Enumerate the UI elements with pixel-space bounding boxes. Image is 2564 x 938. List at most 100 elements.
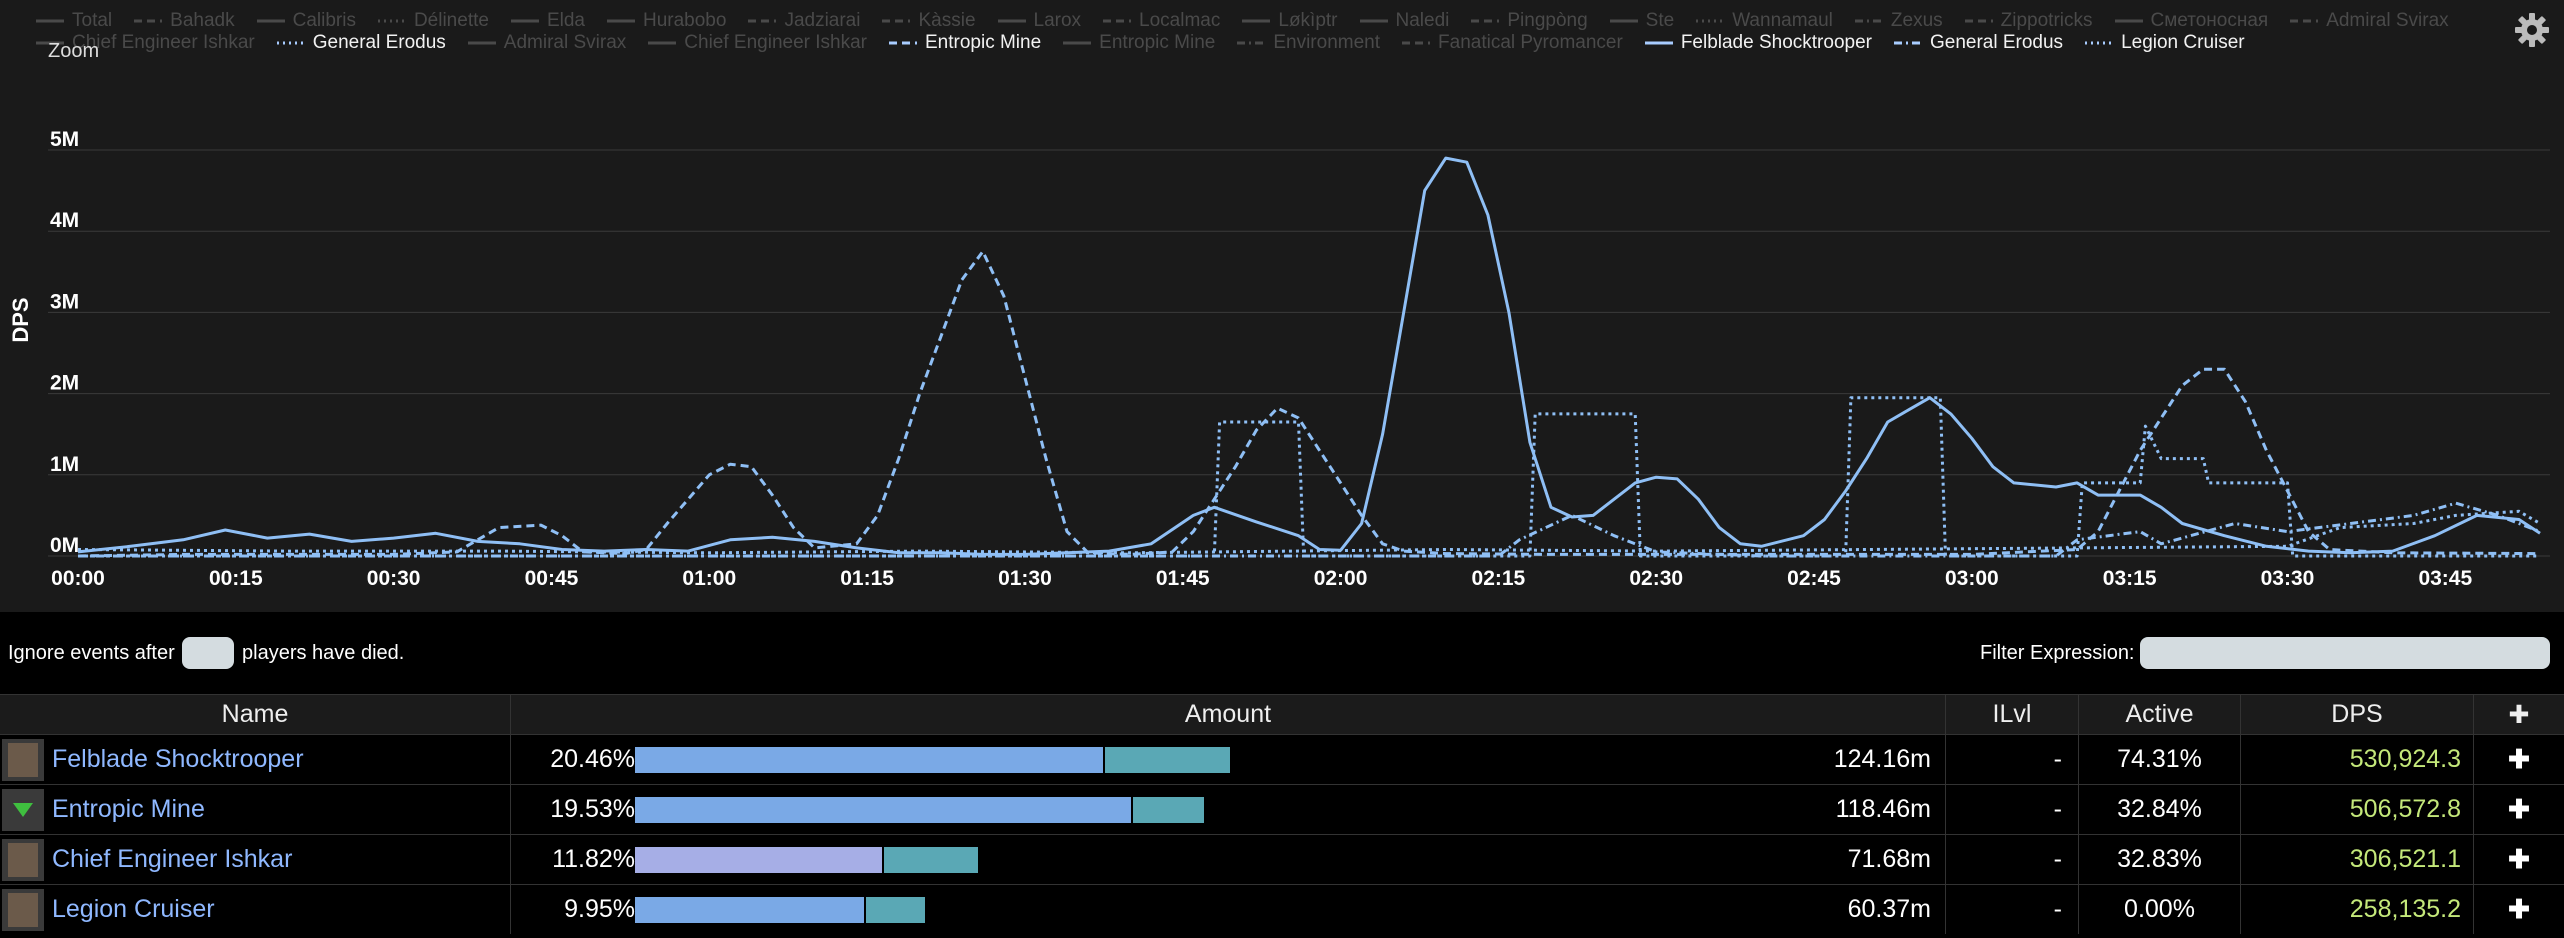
x-tick-label: 00:15 [209,567,263,590]
amount-value: 124.16m [1833,745,1931,773]
name-cell: Legion Cruiser [0,885,510,934]
amount-bar-secondary [1105,747,1230,773]
y-tick-label: 5M [50,128,79,151]
active-cell: 32.83% [2078,835,2240,884]
unit-icon [2,738,44,781]
expand-plus-button[interactable]: ✚ [2474,744,2564,775]
controls-bar: Ignore events after players have died. F… [0,612,2564,694]
header-active[interactable]: Active [2078,695,2240,734]
row-expand-cell: ✚ [2473,835,2564,884]
x-tick-label: 00:30 [367,567,421,590]
name-cell: Entropic Mine [0,785,510,834]
name-cell: Felblade Shocktrooper [0,735,510,784]
y-tick-label: 1M [50,453,79,476]
dps-value: 306,521.1 [2349,845,2461,873]
unit-name-link[interactable]: Chief Engineer Ishkar [52,845,292,874]
chart-plot: 0M 1M 2M 3M 4M 5M DPS 00:00 00:15 00:30 00:45 01:00… [8,128,2550,590]
ilvl-value: - [2053,845,2062,873]
header-ilvl[interactable]: ILvl [1945,695,2078,734]
ilvl-value: - [2053,795,2062,823]
table-row[interactable]: Legion Cruiser 9.95% 60.37m - 0.00% 258,135.2… [0,884,2564,934]
dps-value: 530,924.3 [2349,745,2461,773]
amount-bar-primary [635,847,882,873]
expand-plus-button[interactable]: ✚ [2474,794,2564,825]
x-tick-label: 03:15 [2103,567,2157,590]
amount-bar-secondary [1133,797,1204,823]
series-line [78,501,2541,558]
amount-percent: 20.46% [550,745,635,773]
name-cell: Chief Engineer Ishkar [0,835,510,884]
y-tick-label: 2M [50,372,79,395]
unit-name-link[interactable]: Legion Cruiser [52,895,215,924]
x-tick-label: 03:45 [2418,567,2472,590]
row-expand-cell: ✚ [2473,885,2564,934]
filter-expression-input[interactable] [2140,637,2550,669]
amount-bar-primary [635,897,864,923]
header-add-button[interactable]: ✚ [2473,695,2564,734]
x-tick-label: 01:30 [998,567,1052,590]
expand-plus-button[interactable]: ✚ [2474,894,2564,925]
amount-bar-secondary [866,897,925,923]
dps-value: 506,572.8 [2349,795,2461,823]
x-tick-label: 01:00 [682,567,736,590]
dps-cell: 530,924.3 [2240,735,2473,784]
table-header: Name Amount ILvl Active DPS ✚ [0,694,2564,734]
x-tick-label: 00:45 [525,567,579,590]
active-cell: 74.31% [2078,735,2240,784]
amount-percent: 9.95% [564,895,635,923]
portrait-icon [8,742,38,777]
table-row[interactable]: Felblade Shocktrooper 20.46% 124.16m - 74.31… [0,734,2564,784]
series-line [77,509,2541,555]
table-row[interactable]: Entropic Mine 19.53% 118.46m - 32.84% 506,572… [0,784,2564,834]
active-value: 32.83% [2117,845,2202,873]
expand-plus-button[interactable]: ✚ [2474,844,2564,875]
filter-expression-label: Filter Expression: [1980,642,2135,664]
unit-icon [2,888,44,931]
dps-cell: 506,572.8 [2240,785,2473,834]
unit-icon [2,788,44,831]
ilvl-cell: - [1945,885,2078,934]
y-tick-label: 0M [50,534,79,557]
unit-name-link[interactable]: Felblade Shocktrooper [52,745,304,774]
players-died-label: players have died. [242,642,405,664]
header-dps[interactable]: DPS [2240,695,2473,734]
row-expand-cell: ✚ [2473,735,2564,784]
x-tick-label: 01:15 [840,567,894,590]
x-tick-label: 03:30 [2261,567,2315,590]
dps-chart[interactable]: Total Bahadk Calibris Délinette Elda Hurabobo… [0,0,2564,612]
ilvl-value: - [2053,745,2062,773]
active-cell: 0.00% [2078,885,2240,934]
amount-percent: 19.53% [550,795,635,823]
y-tick-label: 3M [50,290,79,313]
dps-cell: 258,135.2 [2240,885,2473,934]
ilvl-value: - [2053,895,2062,923]
unit-icon [2,838,44,881]
amount-value: 71.68m [1847,845,1931,873]
portrait-icon [8,892,38,927]
active-value: 32.84% [2117,795,2202,823]
ilvl-cell: - [1945,835,2078,884]
ignore-events-label: Ignore events after [8,642,175,664]
header-name[interactable]: Name [0,695,510,734]
y-tick-label: 4M [50,209,79,232]
amount-cell: 11.82% 71.68m [510,835,1945,884]
x-tick-label: 02:30 [1629,567,1683,590]
table-row[interactable]: Chief Engineer Ishkar 11.82% 71.68m - 32.83%… [0,834,2564,884]
header-amount[interactable]: Amount [510,695,1945,734]
ilvl-cell: - [1945,735,2078,784]
x-tick-label: 03:00 [1945,567,1999,590]
dps-value: 258,135.2 [2349,895,2461,923]
amount-value: 60.37m [1847,895,1931,923]
series-line [77,156,2541,556]
row-expand-cell: ✚ [2473,785,2564,834]
ilvl-cell: - [1945,785,2078,834]
players-died-input[interactable] [182,637,234,669]
amount-bar-primary [635,747,1103,773]
x-tick-label: 02:45 [1787,567,1841,590]
dps-cell: 306,521.1 [2240,835,2473,884]
active-value: 74.31% [2117,745,2202,773]
green-arrow-icon [13,802,33,817]
active-cell: 32.84% [2078,785,2240,834]
x-tick-label: 00:00 [51,567,105,590]
unit-name-link[interactable]: Entropic Mine [52,795,205,824]
